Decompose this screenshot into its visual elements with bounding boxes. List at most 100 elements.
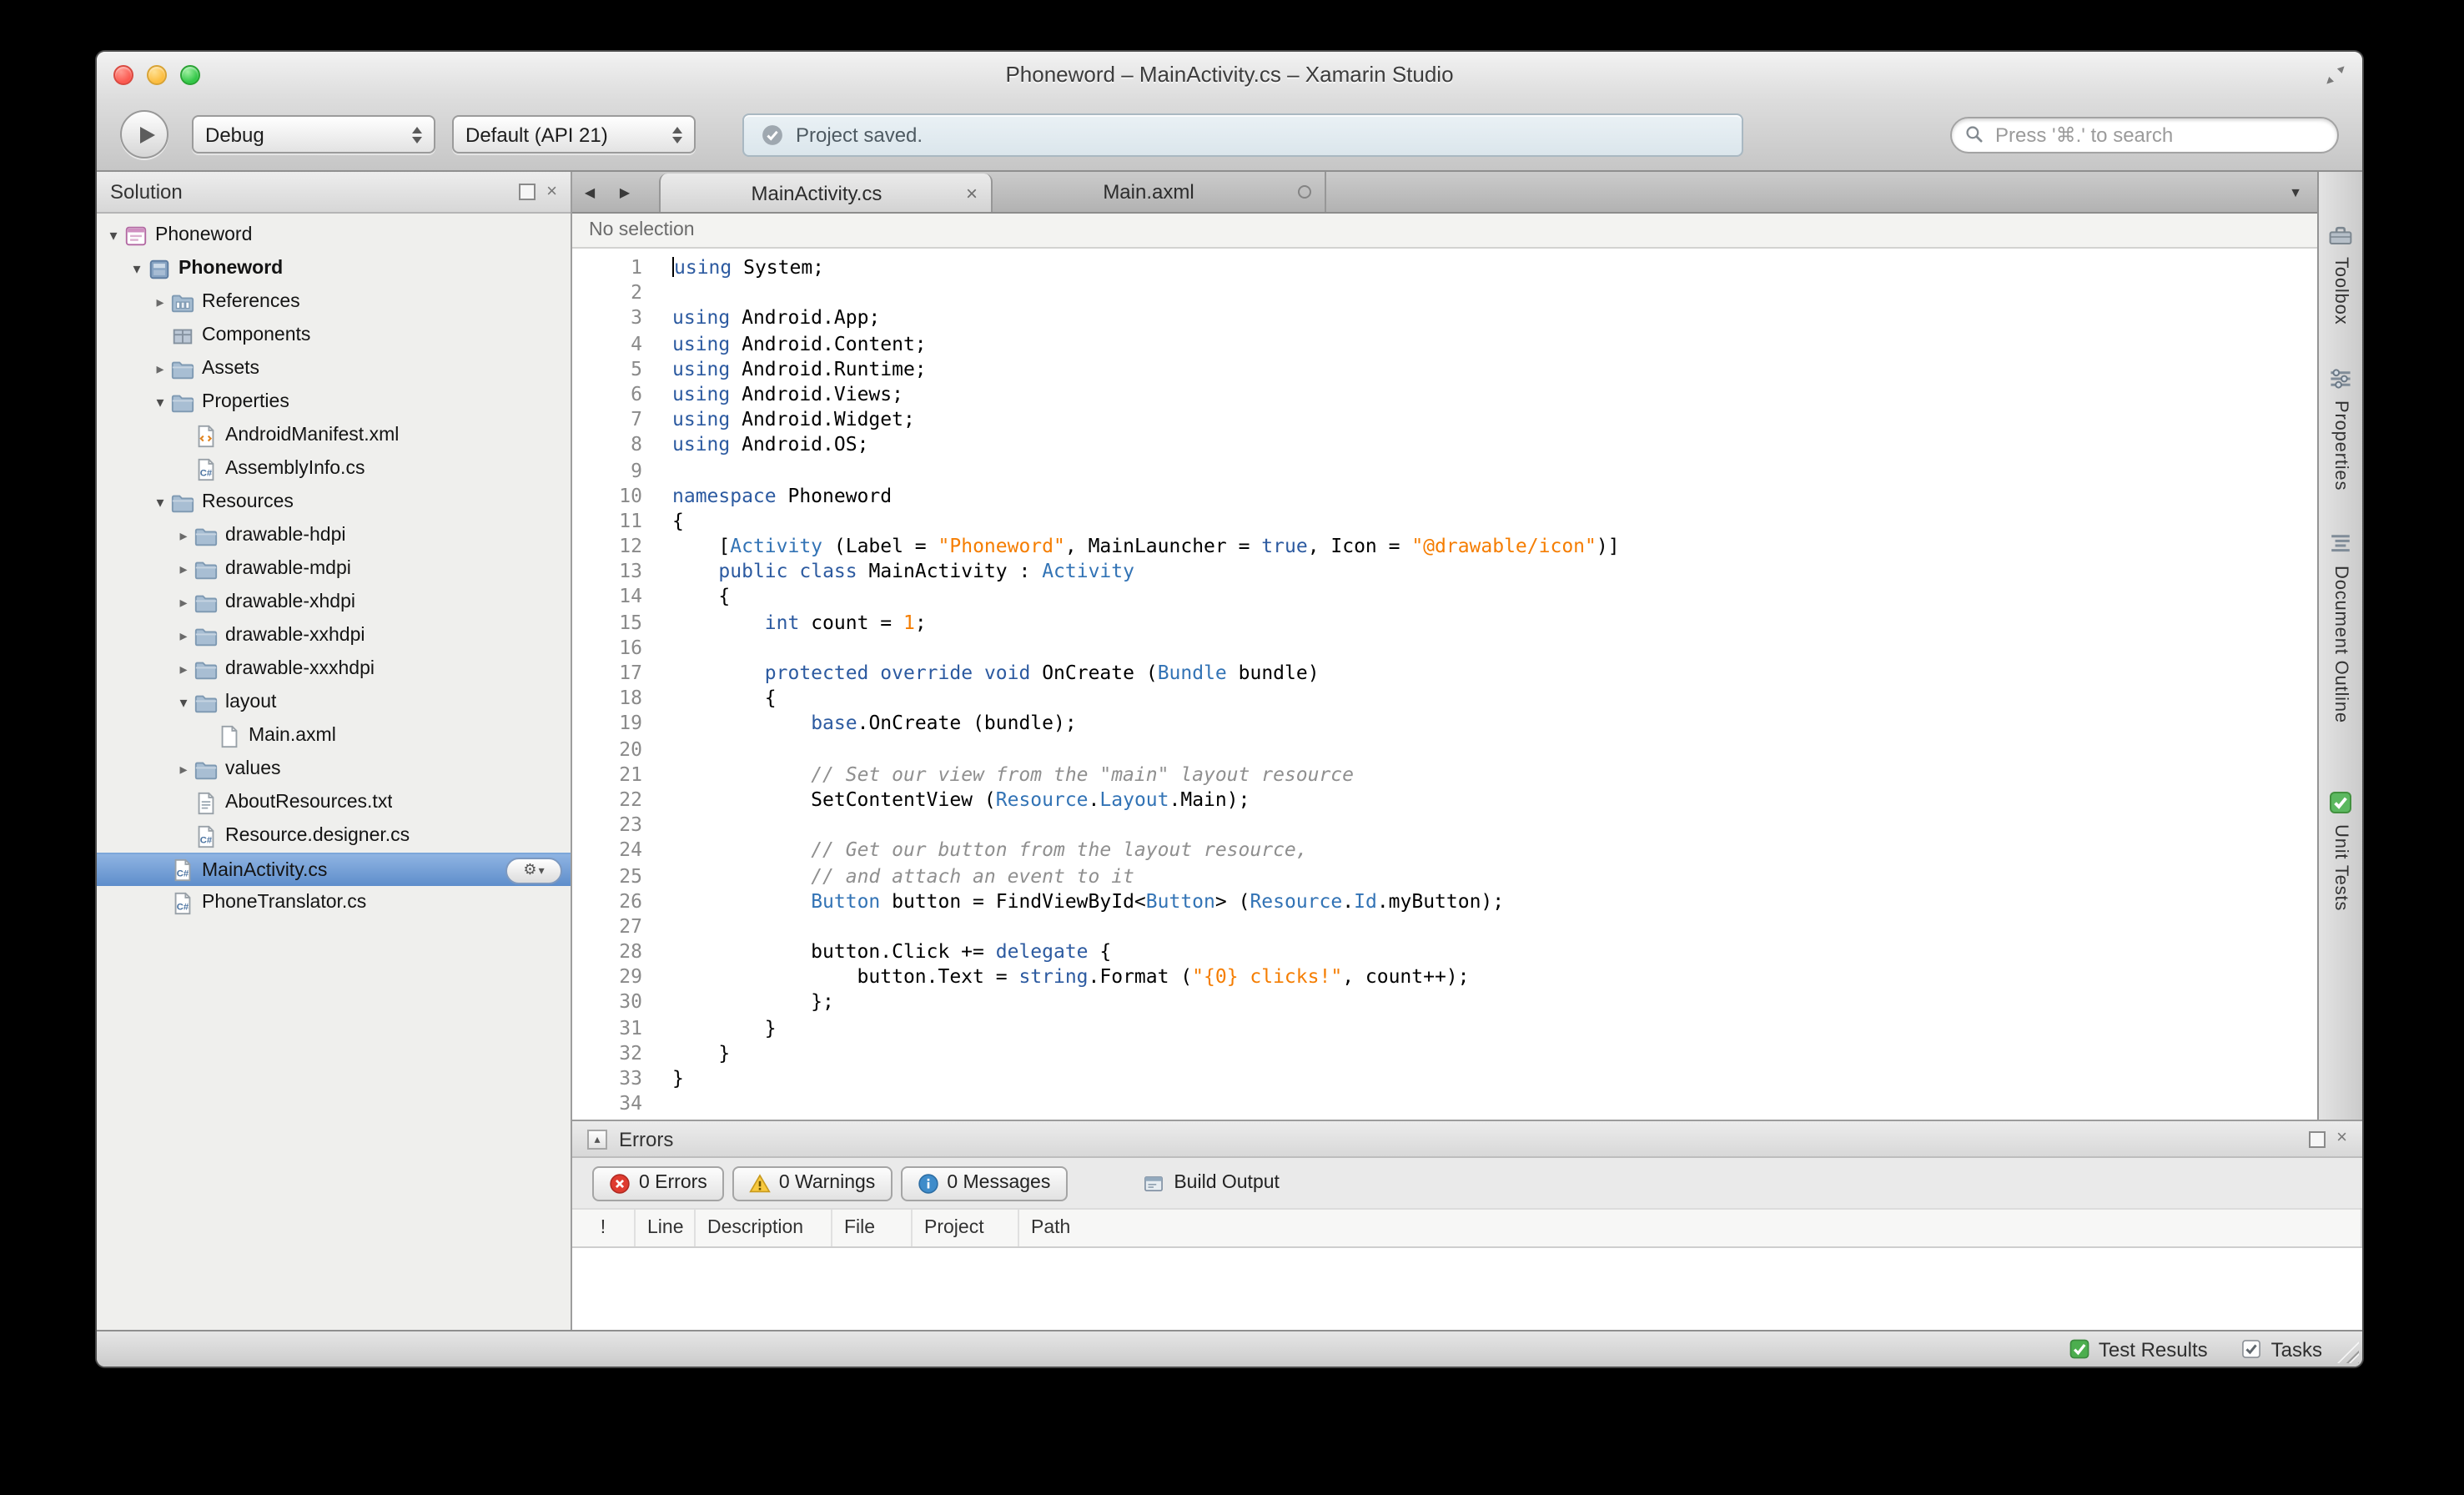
tree-item-drawable-hdpi[interactable]: drawable-hdpi [97,519,571,552]
tree-item-values[interactable]: values [97,753,571,786]
tree-item-drawable-xxxhdpi[interactable]: drawable-xxxhdpi [97,652,571,686]
indent [97,301,150,303]
column-header-project[interactable]: Project [913,1210,1019,1246]
close-panel-icon[interactable]: × [2336,1130,2347,1148]
status-message-area: Project saved. [742,113,1743,156]
desktop: Phoneword – MainActivity.cs – Xamarin St… [0,0,2464,1495]
dock-pad-icon[interactable] [518,184,535,200]
fullscreen-icon[interactable] [2324,63,2347,87]
main-toolbar: Debug Default (API 21) Project saved. [97,98,2362,172]
expander-collapsed-icon[interactable] [150,285,170,319]
column-header-exclamation[interactable]: ! [572,1210,636,1246]
0-messages-button[interactable]: 0 Messages [900,1165,1067,1201]
close-window-button[interactable] [113,65,133,85]
errors-panel: Errors × 0 Errors0 Warnings0 MessagesBui… [572,1120,2362,1330]
tree-item-drawable-mdpi[interactable]: drawable-mdpi [97,552,571,586]
center-column: MainActivity.cs×Main.axml No selection 1… [572,172,2362,1330]
build-output-button[interactable]: Build Output [1142,1172,1280,1194]
statusbar-tasks[interactable]: Tasks [2241,1337,2322,1361]
column-header-description[interactable]: Description [696,1210,832,1246]
folder-icon [170,390,195,415]
tree-item-assets[interactable]: Assets [97,352,571,385]
tree-item-drawable-xhdpi[interactable]: drawable-xhdpi [97,586,571,619]
dock-panel-icon[interactable] [2308,1130,2325,1147]
column-header-path[interactable]: Path [1019,1210,2362,1246]
tab-label: MainActivity.cs [674,181,959,204]
toolbox-icon [2327,222,2354,249]
device-dropdown[interactable]: Default (API 21) [452,115,696,154]
navigate-forward-button[interactable] [607,172,642,212]
tree-item-assemblyinfo-cs[interactable]: C#AssemblyInfo.cs [97,452,571,486]
tree-item-properties[interactable]: Properties [97,385,571,419]
expander-collapsed-icon[interactable] [173,552,194,586]
tree-item-phoneword[interactable]: Phoneword [97,219,571,252]
indent [97,435,173,436]
zoom-window-button[interactable] [180,65,200,85]
svg-text:C#: C# [177,902,189,912]
statusbar-test-results[interactable]: Test Results [2069,1337,2208,1361]
dock-tab-unit-tests[interactable]: Unit Tests [2327,790,2354,912]
tree-item-components[interactable]: Components [97,319,571,352]
search-input[interactable] [1992,121,2331,148]
tab-mainactivity-cs[interactable]: MainActivity.cs× [659,174,993,212]
0-warnings-button[interactable]: 0 Warnings [732,1165,893,1201]
expander-expanded-icon[interactable] [150,486,170,519]
item-options-button[interactable]: ⚙▾ [505,857,562,883]
search-field [1950,116,2339,153]
tree-item-references[interactable]: References [97,285,571,319]
folder-icon [194,623,219,648]
expander-collapsed-icon[interactable] [173,652,194,686]
solution-icon [123,223,148,248]
tab-label: Main.axml [1006,180,1291,204]
configuration-dropdown[interactable]: Debug [192,115,435,154]
button-label: 0 Messages [947,1173,1050,1193]
tree-item-aboutresources-txt[interactable]: AboutResources.txt [97,786,571,819]
expander-expanded-icon[interactable] [173,686,194,719]
expander-expanded-icon[interactable] [150,385,170,419]
line-numbers: 1234567891011121314151617181920212223242… [572,249,659,1120]
title-bar[interactable]: Phoneword – MainActivity.cs – Xamarin St… [97,52,2362,98]
expander-collapsed-icon[interactable] [173,619,194,652]
tab-indicator-icon[interactable] [1298,185,1311,199]
solution-tree: PhonewordPhonewordReferencesComponentsAs… [97,214,571,1330]
tree-item-phonetranslator-cs[interactable]: C#PhoneTranslator.cs [97,886,571,919]
tree-item-main-axml[interactable]: Main.axml [97,719,571,753]
dock-tab-label: Unit Tests [2331,825,2351,912]
0-errors-button[interactable]: 0 Errors [592,1165,724,1201]
indent [97,702,173,703]
run-button[interactable] [120,110,168,159]
expander-expanded-icon[interactable] [127,252,147,285]
dock-tab-document-outline[interactable]: Document Outline [2327,531,2354,723]
tree-item-resource-designer-cs[interactable]: C#Resource.designer.cs [97,819,571,853]
column-header-file[interactable]: File [832,1210,913,1246]
tab-main-axml[interactable]: Main.axml [993,172,1326,212]
tab-close-icon[interactable]: × [959,183,978,203]
tab-overflow-button[interactable] [2274,172,2317,212]
expander-expanded-icon[interactable] [103,219,123,252]
tree-item-resources[interactable]: Resources [97,486,571,519]
tree-item-mainactivity-cs[interactable]: C#MainActivity.cs⚙▾ [97,853,571,886]
tree-item-androidmanifest-xml[interactable]: AndroidManifest.xml [97,419,571,452]
code-editor[interactable]: 1234567891011121314151617181920212223242… [572,249,2317,1120]
dock-tab-properties[interactable]: Properties [2327,365,2354,490]
resize-grip[interactable] [2337,1341,2359,1363]
minimize-window-button[interactable] [147,65,167,85]
tree-item-drawable-xxhdpi[interactable]: drawable-xxhdpi [97,619,571,652]
dock-tab-label: Properties [2331,400,2351,490]
status-bar: Test Results Tasks [97,1330,2362,1367]
txt-file-icon [194,790,219,815]
errors-rows [572,1248,2362,1330]
navigate-back-button[interactable] [572,172,607,212]
dock-tab-toolbox[interactable]: Toolbox [2327,222,2354,325]
tree-item-phoneword[interactable]: Phoneword [97,252,571,285]
column-header-line[interactable]: Line [636,1210,696,1246]
xml-file-icon [194,423,219,448]
indent [97,735,197,737]
expander-collapsed-icon[interactable] [173,519,194,552]
expander-collapsed-icon[interactable] [150,352,170,385]
tree-item-layout[interactable]: layout [97,686,571,719]
collapse-panel-icon[interactable] [587,1129,607,1149]
close-pad-icon[interactable]: × [546,183,557,201]
expander-collapsed-icon[interactable] [173,586,194,619]
expander-collapsed-icon[interactable] [173,753,194,786]
